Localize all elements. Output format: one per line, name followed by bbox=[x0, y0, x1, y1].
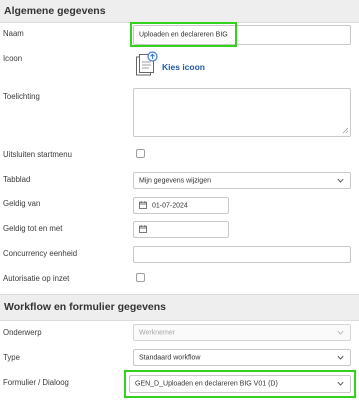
geldig-van-label: Geldig van bbox=[3, 199, 41, 208]
tabblad-select[interactable]: Mijn gegevens wijzigen bbox=[133, 172, 351, 189]
formulier-dialoog-label: Formulier / Dialoog bbox=[3, 378, 69, 387]
type-select[interactable]: Standaard workflow bbox=[133, 349, 351, 366]
uitsluiten-startmenu-checkbox[interactable] bbox=[136, 149, 145, 158]
section-title-workflow: Workflow en formulier gegevens bbox=[4, 301, 167, 313]
kies-icoon-button[interactable]: Kies icoon bbox=[135, 51, 205, 79]
toelichting-textarea[interactable] bbox=[133, 88, 351, 137]
geldig-van-value: 01-07-2024 bbox=[152, 202, 188, 209]
onderwerp-value: Werknemer bbox=[139, 329, 176, 336]
calendar-icon[interactable] bbox=[139, 200, 147, 211]
section-header-general: Algemene gegevens bbox=[0, 0, 359, 22]
document-upload-icon bbox=[135, 51, 159, 83]
onderwerp-label: Onderwerp bbox=[3, 328, 42, 337]
formulier-dialoog-value: GEN_D_Uploaden en declareren BIG V01 (D) bbox=[135, 380, 278, 388]
naam-value: Uploaden en declareren BIG bbox=[139, 31, 228, 39]
resize-handle-icon[interactable] bbox=[342, 127, 349, 136]
section-divider bbox=[0, 320, 359, 321]
concurrency-eenheid-label: Concurrency eenheid bbox=[3, 249, 78, 258]
geldig-van-datepicker[interactable]: 01-07-2024 bbox=[133, 197, 229, 214]
kies-icoon-label: Kies icoon bbox=[162, 62, 205, 72]
geldig-tot-datepicker[interactable] bbox=[133, 221, 229, 238]
section-divider bbox=[0, 22, 359, 23]
section-title-general: Algemene gegevens bbox=[4, 5, 106, 17]
uitsluiten-startmenu-label: Uitsluiten startmenu bbox=[3, 150, 72, 159]
chevron-down-icon bbox=[337, 330, 344, 335]
geldig-tot-label: Geldig tot en met bbox=[3, 224, 63, 233]
type-label: Type bbox=[3, 353, 20, 362]
section-header-workflow: Workflow en formulier gegevens bbox=[0, 295, 359, 320]
naam-label: Naam bbox=[3, 29, 24, 38]
formulier-dialoog-select[interactable]: GEN_D_Uploaden en declareren BIG V01 (D) bbox=[129, 375, 351, 393]
onderwerp-select: Werknemer bbox=[133, 324, 351, 341]
calendar-icon[interactable] bbox=[139, 224, 147, 235]
chevron-down-icon bbox=[337, 178, 344, 183]
naam-input[interactable]: Uploaden en declareren BIG bbox=[133, 25, 351, 45]
tabblad-value: Mijn gegevens wijzigen bbox=[139, 177, 211, 184]
toelichting-label: Toelichting bbox=[3, 92, 40, 101]
autorisatie-op-inzet-checkbox[interactable] bbox=[136, 273, 145, 282]
concurrency-eenheid-input[interactable] bbox=[133, 246, 351, 263]
type-value: Standaard workflow bbox=[139, 354, 201, 361]
tabblad-label: Tabblad bbox=[3, 175, 31, 184]
icoon-label: Icoon bbox=[3, 54, 23, 63]
chevron-down-icon bbox=[337, 355, 344, 360]
chevron-down-icon bbox=[337, 381, 344, 386]
autorisatie-op-inzet-label: Autorisatie op inzet bbox=[3, 274, 70, 283]
